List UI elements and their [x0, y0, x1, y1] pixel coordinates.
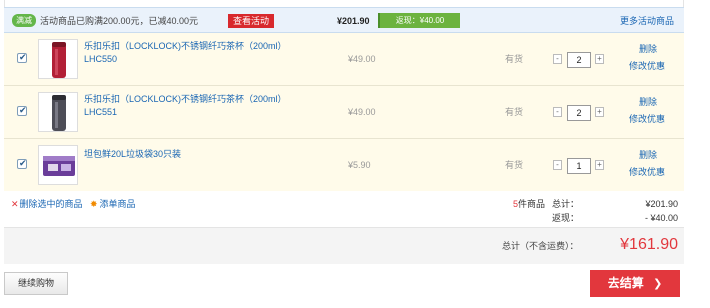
item-checkbox[interactable]: ✔: [17, 52, 27, 63]
quantity-input[interactable]: 2: [567, 105, 591, 121]
delete-item-link[interactable]: 删除: [639, 96, 657, 108]
total-amount: ¥161.90: [620, 236, 678, 253]
add-to-list-action[interactable]: ✸ 添单商品: [90, 198, 136, 210]
item-price: ¥49.00: [348, 54, 376, 64]
promo-saved-badge: 返现：¥40.00: [378, 13, 460, 28]
delete-selected-link[interactable]: 删除选中的商品: [20, 199, 83, 209]
promo-tag: 满减: [12, 14, 36, 27]
item-count: 5件商品: [513, 198, 545, 210]
delete-item-link[interactable]: 删除: [639, 43, 657, 55]
delete-selected-action[interactable]: ✕删除选中的商品: [11, 198, 83, 210]
increase-quantity-button[interactable]: +: [595, 160, 604, 170]
trash-bag-image: [43, 156, 75, 176]
item-checkbox[interactable]: ✔: [17, 158, 27, 169]
change-promo-link[interactable]: 修改优惠: [629, 166, 665, 178]
check-icon: ✔: [19, 105, 27, 115]
total-label: 总计（不含运费）：: [502, 241, 579, 251]
quantity-input[interactable]: 2: [567, 52, 591, 68]
continue-shopping-button[interactable]: 继续购物: [4, 272, 68, 295]
promo-total: ¥201.90: [337, 16, 370, 26]
stock-status: 有货: [505, 160, 524, 170]
product-name-link[interactable]: 乐扣乐扣（LOCKLOCK)不锈钢纤巧茶杯（200ml）LHC550: [84, 40, 284, 66]
check-icon: ✔: [19, 52, 27, 62]
check-icon: ✔: [19, 158, 27, 168]
view-promotion-button[interactable]: 查看活动: [228, 14, 274, 28]
increase-quantity-button[interactable]: +: [595, 54, 604, 64]
checkout-button[interactable]: 去结算 ❯: [590, 270, 680, 297]
subtotal-value: ¥201.90: [645, 199, 678, 209]
product-name-link[interactable]: 坦包鲜20L垃圾袋30只装: [84, 148, 284, 161]
cart-summary: ✕删除选中的商品 ✸ 添单商品 5件商品 总计： ¥201.90 返现： - ¥4…: [4, 191, 684, 228]
item-price: ¥49.00: [348, 107, 376, 117]
red-cup-image: [52, 42, 66, 78]
gray-cup-image: [52, 95, 66, 131]
chevron-right-icon: ❯: [653, 278, 663, 290]
discount-value: - ¥40.00: [644, 213, 678, 223]
item-price: ¥5.90: [348, 160, 371, 170]
add-to-list-link[interactable]: 添单商品: [100, 199, 136, 209]
quantity-input[interactable]: 1: [567, 158, 591, 174]
item-checkbox[interactable]: ✔: [17, 105, 27, 116]
promo-description: 活动商品已购满200.00元，已减40.00元: [40, 16, 199, 26]
product-thumbnail[interactable]: [38, 92, 78, 132]
product-thumbnail[interactable]: [38, 39, 78, 79]
increase-quantity-button[interactable]: +: [595, 107, 604, 117]
cart-item-row: ✔ 乐扣乐扣（LOCKLOCK)不锈钢纤巧茶杯（200ml）LHC551 ¥49…: [4, 86, 684, 139]
sparkle-icon: ✸: [90, 199, 98, 209]
decrease-quantity-button[interactable]: -: [553, 107, 562, 117]
checkout-label: 去结算: [607, 276, 644, 290]
more-promo-items-link[interactable]: 更多活动商品: [620, 15, 674, 27]
discount-label: 返现：: [552, 213, 580, 223]
stock-status: 有货: [505, 54, 524, 64]
subtotal-label: 总计：: [552, 199, 580, 209]
item-count-suffix: 件商品: [518, 199, 546, 209]
close-icon: ✕: [11, 199, 19, 209]
total-bar: 总计（不含运费）： ¥161.90: [4, 228, 684, 264]
cart-item-row: ✔ 坦包鲜20L垃圾袋30只装 ¥5.90 有货 - 1 + 删除 修改优惠: [4, 139, 684, 192]
product-thumbnail[interactable]: [38, 145, 78, 185]
decrease-quantity-button[interactable]: -: [553, 54, 562, 64]
cart-item-row: ✔ 乐扣乐扣（LOCKLOCK)不锈钢纤巧茶杯（200ml）LHC550 ¥49…: [4, 33, 684, 86]
stock-status: 有货: [505, 107, 524, 117]
product-name-link[interactable]: 乐扣乐扣（LOCKLOCK)不锈钢纤巧茶杯（200ml）LHC551: [84, 93, 284, 119]
change-promo-link[interactable]: 修改优惠: [629, 60, 665, 72]
change-promo-link[interactable]: 修改优惠: [629, 113, 665, 125]
delete-item-link[interactable]: 删除: [639, 149, 657, 161]
promotion-bar: 满减 活动商品已购满200.00元，已减40.00元 查看活动 ¥201.90 …: [4, 7, 684, 33]
decrease-quantity-button[interactable]: -: [553, 160, 562, 170]
